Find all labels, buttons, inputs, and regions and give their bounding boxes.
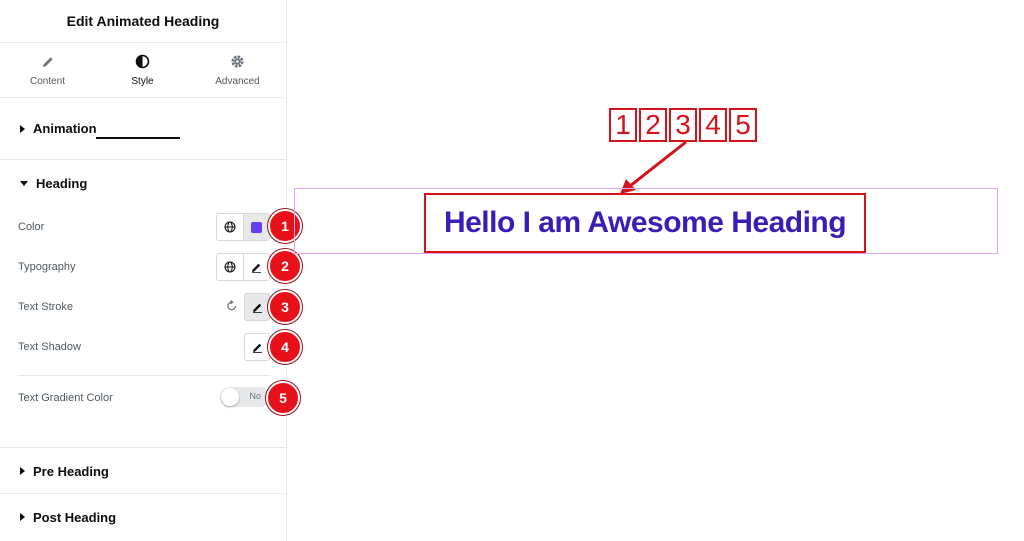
- text-stroke-control: Text Stroke: [18, 293, 270, 321]
- edit-pencil-icon[interactable]: [244, 333, 270, 361]
- color-picker-button[interactable]: [243, 214, 269, 240]
- color-swatch: [251, 221, 262, 233]
- text-gradient-label: Text Gradient Color: [18, 392, 113, 404]
- annotation-digit-3: 3: [669, 108, 697, 142]
- panel-tabs: Content Style Advanced: [0, 43, 286, 139]
- section-pre-heading-title: Pre Heading: [33, 463, 109, 479]
- heading-highlight-box[interactable]: Hello I am Awesome Heading: [424, 193, 866, 253]
- edit-pencil-icon[interactable]: [244, 293, 270, 321]
- reset-icon[interactable]: [226, 300, 238, 315]
- animated-heading-text: Hello I am Awesome Heading: [443, 206, 847, 239]
- section-post-heading-title: Post Heading: [33, 509, 117, 525]
- tab-advanced[interactable]: Advanced: [190, 43, 285, 97]
- edit-pencil-icon[interactable]: [243, 254, 269, 280]
- text-shadow-control: Text Shadow: [18, 333, 270, 361]
- section-animation[interactable]: Animation: [0, 98, 286, 160]
- panel-title: Edit Animated Heading: [0, 0, 286, 43]
- annotation-digits: 1 2 3 4 5: [609, 108, 757, 142]
- section-pre-heading[interactable]: Pre Heading: [0, 448, 286, 494]
- gear-icon: [230, 54, 245, 70]
- annotation-digit-2: 2: [639, 108, 667, 142]
- color-control: Color: [18, 213, 270, 241]
- active-tab-indicator: [96, 137, 180, 139]
- editor-panel: Edit Animated Heading Content Style Adva…: [0, 0, 287, 541]
- typography-control: Typography: [18, 253, 270, 281]
- text-shadow-label: Text Shadow: [18, 341, 81, 353]
- caret-right-icon: [20, 467, 25, 475]
- globe-icon[interactable]: [217, 254, 243, 280]
- annotation-digit-1: 1: [609, 108, 637, 142]
- text-stroke-label: Text Stroke: [18, 301, 74, 313]
- annotation-digit-4: 4: [699, 108, 727, 142]
- text-gradient-toggle[interactable]: No: [220, 387, 270, 407]
- step-badge-5: 5: [266, 381, 300, 415]
- typography-label: Typography: [18, 261, 76, 273]
- step-badge-4: 4: [268, 330, 302, 364]
- half-circle-icon: [135, 54, 150, 70]
- globe-icon[interactable]: [217, 214, 243, 240]
- section-animation-title: Animation: [33, 121, 97, 136]
- section-heading-header[interactable]: Heading: [0, 160, 286, 206]
- tab-style-label: Style: [131, 75, 154, 87]
- section-heading-title: Heading: [36, 175, 88, 191]
- tab-content-label: Content: [29, 75, 66, 87]
- caret-right-icon: [20, 513, 25, 521]
- color-label: Color: [18, 221, 45, 233]
- caret-right-icon: [20, 124, 25, 133]
- section-post-heading[interactable]: Post Heading: [0, 494, 286, 540]
- divider: [18, 375, 270, 376]
- step-badge-2: 2: [268, 249, 302, 283]
- annotation-digit-5: 5: [729, 108, 757, 142]
- step-badge-3: 3: [268, 290, 302, 324]
- tab-content[interactable]: Content: [0, 43, 95, 97]
- toggle-state-label: No: [249, 391, 261, 401]
- text-gradient-control: Text Gradient Color No: [18, 384, 270, 412]
- tab-style[interactable]: Style: [95, 43, 190, 97]
- tab-advanced-label: Advanced: [215, 75, 260, 87]
- toggle-knob: [221, 388, 239, 406]
- caret-down-icon: [20, 180, 28, 186]
- pencil-icon: [41, 54, 55, 70]
- section-heading: Heading Color Typography Text Stroke Tex…: [0, 160, 286, 448]
